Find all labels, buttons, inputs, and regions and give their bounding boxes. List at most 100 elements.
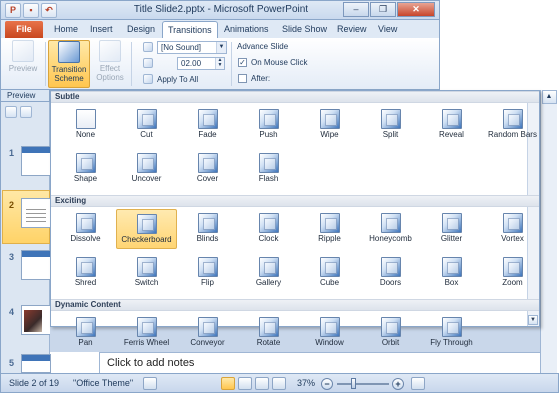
transition-rotate[interactable]: Rotate [238, 313, 299, 353]
tab-file[interactable]: File [5, 21, 43, 38]
preview-button[interactable]: Preview [5, 40, 41, 88]
slide-show-icon[interactable] [272, 377, 286, 390]
notes-pane[interactable]: Click to add notes [99, 352, 540, 373]
flip-icon [197, 257, 218, 277]
transition-orbit[interactable]: Orbit [360, 313, 421, 353]
tab-design[interactable]: Design [122, 21, 160, 38]
transition-checkerboard[interactable]: Checkerboard [116, 209, 177, 249]
transition-fade[interactable]: Fade [177, 105, 238, 145]
transition-dissolve[interactable]: Dissolve [55, 209, 116, 249]
tab-home[interactable]: Home [49, 21, 83, 38]
spell-check-icon[interactable] [143, 377, 157, 390]
transition-label: Ferris Wheel [123, 338, 170, 347]
transition-doors[interactable]: Doors [360, 253, 421, 293]
transition-label: Flash [258, 174, 279, 183]
after-checkbox[interactable] [238, 74, 247, 83]
after-label: After: [251, 74, 271, 83]
transition-clock[interactable]: Clock [238, 209, 299, 249]
undo-icon[interactable]: ↶ [41, 3, 57, 18]
transition-zoom[interactable]: Zoom [482, 253, 543, 293]
transition-push[interactable]: Push [238, 105, 299, 145]
transition-cut[interactable]: Cut [116, 105, 177, 145]
powerpoint-logo-icon[interactable]: P [5, 3, 21, 18]
transition-box[interactable]: Box [421, 253, 482, 293]
slide-number: 5 [9, 358, 15, 368]
tab-view[interactable]: View [373, 21, 402, 38]
transition-honeycomb[interactable]: Honeycomb [360, 209, 421, 249]
zoom-slider-track[interactable] [337, 383, 389, 385]
zoom-in-icon[interactable]: + [392, 378, 404, 390]
transition-wipe[interactable]: Wipe [299, 105, 360, 145]
transition-label: Clock [258, 234, 279, 243]
close-button[interactable]: ✕ [397, 2, 435, 17]
transition-conveyor[interactable]: Conveyor [177, 313, 238, 353]
tab-insert[interactable]: Insert [85, 21, 118, 38]
undo-icon[interactable] [20, 106, 32, 118]
restore-button[interactable]: ❐ [370, 2, 396, 17]
transition-shred[interactable]: Shred [55, 253, 116, 293]
zoom-level[interactable]: 37% [297, 378, 315, 388]
separator [45, 42, 46, 86]
slide-sorter-icon[interactable] [238, 377, 252, 390]
transition-flash[interactable]: Flash [238, 149, 299, 189]
transition-flip[interactable]: Flip [177, 253, 238, 293]
fit-to-window-icon[interactable] [411, 377, 425, 390]
reading-view-icon[interactable] [255, 377, 269, 390]
scroll-up-icon[interactable]: ▲ [541, 90, 557, 104]
scroll-down-icon[interactable]: ▼ [528, 315, 538, 325]
transition-label: Shred [74, 278, 97, 287]
transition-random-bars[interactable]: Random Bars [482, 105, 543, 145]
flash-icon [258, 153, 279, 173]
transition-fly-through[interactable]: Fly Through [421, 313, 482, 353]
tab-transitions[interactable]: Transitions [162, 21, 218, 38]
gallery-section-header: Dynamic Content [51, 299, 539, 311]
transition-ferris-wheel[interactable]: Ferris Wheel [116, 313, 177, 353]
tab-review[interactable]: Review [332, 21, 372, 38]
theme-name[interactable]: "Office Theme" [73, 378, 133, 388]
save-icon[interactable] [5, 106, 17, 118]
split-icon [380, 109, 401, 129]
normal-view-icon[interactable] [221, 377, 235, 390]
slide-thumbnail[interactable] [21, 146, 51, 176]
transition-label: Box [444, 278, 459, 287]
vortex-icon [502, 213, 523, 233]
slide-thumbnail[interactable] [21, 305, 51, 335]
transition-cover[interactable]: Cover [177, 149, 238, 189]
transition-label: Glitter [440, 234, 463, 243]
slide-thumbnail[interactable] [21, 250, 51, 280]
transition-blinds[interactable]: Blinds [177, 209, 238, 249]
transition-pan[interactable]: Pan [55, 313, 116, 353]
chevron-down-icon[interactable]: ▼ [216, 42, 226, 53]
transition-gallery[interactable]: Gallery [238, 253, 299, 293]
sound-select[interactable]: [No Sound] ▼ [157, 41, 227, 54]
minimize-button[interactable]: – [343, 2, 369, 17]
duration-stepper[interactable]: 02.00 ▲ ▼ [177, 57, 225, 70]
transition-switch[interactable]: Switch [116, 253, 177, 293]
spin-arrows-icon[interactable]: ▲ ▼ [215, 58, 224, 69]
transition-shape[interactable]: Shape [55, 149, 116, 189]
save-icon[interactable]: ▪ [23, 3, 39, 18]
transition-label: Cube [319, 278, 340, 287]
transition-window[interactable]: Window [299, 313, 360, 353]
on-mouse-click-checkbox[interactable]: ✓ [238, 58, 247, 67]
title-bar: P ▪ ↶ Title Slide2.pptx - Microsoft Powe… [0, 0, 440, 20]
transition-cube[interactable]: Cube [299, 253, 360, 293]
transition-scheme-button[interactable]: Transition Scheme [48, 40, 90, 88]
slide-thumbnail[interactable] [21, 354, 51, 373]
tab-animations[interactable]: Animations [219, 21, 274, 38]
transition-glitter[interactable]: Glitter [421, 209, 482, 249]
tab-slide-show[interactable]: Slide Show [277, 21, 332, 38]
transition-label: Flip [201, 278, 214, 287]
transition-none[interactable]: None [55, 105, 116, 145]
transition-ripple[interactable]: Ripple [299, 209, 360, 249]
transition-uncover[interactable]: Uncover [116, 149, 177, 189]
transition-reveal[interactable]: Reveal [421, 105, 482, 145]
zoom-out-icon[interactable]: − [321, 378, 333, 390]
apply-to-all-button[interactable]: Apply To All [157, 75, 198, 84]
effect-options-button[interactable]: Effect Options [92, 40, 128, 88]
transition-split[interactable]: Split [360, 105, 421, 145]
transition-vortex[interactable]: Vortex [482, 209, 543, 249]
box-icon [441, 257, 462, 277]
slide-thumbnail[interactable] [21, 198, 51, 228]
zoom-slider-handle[interactable] [351, 378, 356, 389]
